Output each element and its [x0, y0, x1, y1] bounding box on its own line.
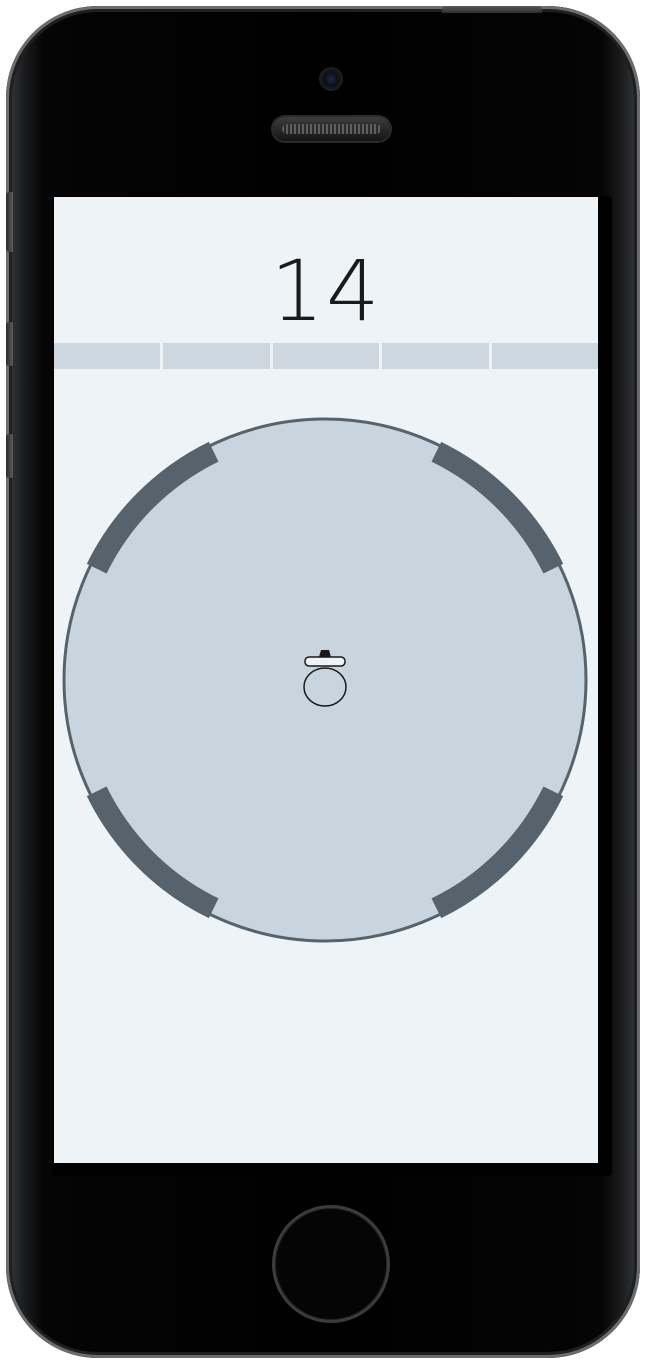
home-button[interactable]: [275, 1208, 387, 1320]
hat-crown: [319, 650, 331, 657]
game-screen[interactable]: 14: [54, 197, 598, 1163]
hat-brim: [304, 656, 346, 667]
front-camera: [319, 67, 343, 91]
volume-up-button: [6, 322, 13, 366]
silent-switch: [6, 192, 13, 252]
game-board[interactable]: [54, 197, 598, 1163]
volume-down-button: [6, 434, 13, 478]
earpiece-speaker: [273, 117, 390, 141]
power-button: [442, 6, 542, 13]
